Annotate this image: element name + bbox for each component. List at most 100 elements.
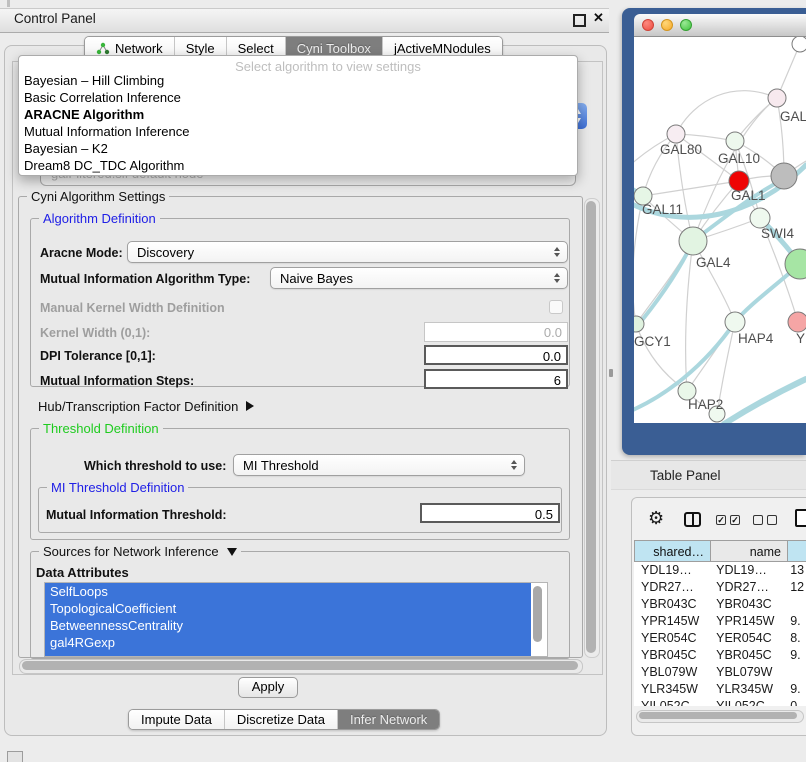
scrollbar-thumb[interactable] xyxy=(586,201,596,653)
tab-select-label: Select xyxy=(238,41,274,56)
node-label: SWI4 xyxy=(761,226,794,241)
list-item[interactable]: BetweennessCentrality xyxy=(45,617,531,634)
menu-item[interactable]: ARACNE Algorithm xyxy=(24,106,144,123)
cell: YER054C xyxy=(634,630,709,647)
aracne-mode-select[interactable]: Discovery xyxy=(127,241,568,263)
network-node[interactable] xyxy=(788,312,806,332)
apply-button[interactable]: Apply xyxy=(238,677,298,698)
control-panel-title: Control Panel xyxy=(14,11,96,26)
cell xyxy=(786,664,806,681)
network-canvas[interactable]: GAL GAL80 GAL10 GAL1 GAL11 SWI4 GAL4 HAP… xyxy=(634,37,806,423)
window-minimize-icon[interactable] xyxy=(661,19,673,31)
column-header-partial[interactable] xyxy=(787,540,806,562)
manual-kernel-label: Manual Kernel Width Definition xyxy=(40,301,225,315)
float-window-icon[interactable] xyxy=(573,14,586,27)
cell: YDR27… xyxy=(709,579,786,596)
scrollbar-thumb[interactable] xyxy=(639,712,797,719)
dpi-tolerance-field[interactable]: 0.0 xyxy=(424,345,568,365)
mi-steps-label: Mutual Information Steps: xyxy=(40,374,194,388)
kernel-width-field[interactable]: 0.0 xyxy=(424,322,568,342)
table-row[interactable]: YER054CYER054C8. xyxy=(634,630,806,647)
tab-impute-data[interactable]: Impute Data xyxy=(129,710,224,729)
cell: YIL052C xyxy=(709,698,786,706)
hub-section-label: Hub/Transcription Factor Definition xyxy=(38,399,238,414)
combo-arrows-icon xyxy=(511,460,517,470)
columns-icon[interactable] xyxy=(684,512,701,527)
network-node[interactable] xyxy=(750,208,770,228)
table-row[interactable]: YBL079WYBL079W xyxy=(634,664,806,681)
settings-vertical-scrollbar[interactable] xyxy=(584,198,600,658)
network-icon xyxy=(96,42,110,55)
hub-section-toggle[interactable]: Hub/Transcription Factor Definition xyxy=(38,399,254,414)
table-row[interactable]: YLR345WYLR345W9. xyxy=(634,681,806,698)
mi-steps-field[interactable]: 6 xyxy=(424,369,568,389)
which-threshold-select[interactable]: MI Threshold xyxy=(233,454,525,476)
network-node[interactable] xyxy=(679,227,707,255)
tab-infer-network[interactable]: Infer Network xyxy=(337,710,439,729)
cell: YPR145W xyxy=(709,613,786,630)
tab-discretize-data[interactable]: Discretize Data xyxy=(224,710,337,729)
node-label: HAP4 xyxy=(738,331,774,346)
menu-item[interactable]: Dream8 DC_TDC Algorithm xyxy=(24,157,184,174)
splitter-handle[interactable] xyxy=(609,369,613,377)
table-panel-titlebar: Table Panel xyxy=(611,460,806,490)
mi-type-value: Naive Bayes xyxy=(280,271,353,286)
table-row[interactable]: YIL052CYIL052C0. xyxy=(634,698,806,706)
table-row[interactable]: YDR27…YDR27…12 xyxy=(634,579,806,596)
list-vertical-scrollbar[interactable] xyxy=(533,586,542,642)
tab-jactivemnodules-label: jActiveMNodules xyxy=(394,41,491,56)
menu-item[interactable]: Basic Correlation Inference xyxy=(24,89,181,106)
window-zoom-icon[interactable] xyxy=(680,19,692,31)
list-item[interactable]: TopologicalCoefficient xyxy=(45,600,531,617)
network-window-titlebar[interactable] xyxy=(634,14,806,37)
mi-type-select[interactable]: Naive Bayes xyxy=(270,267,568,289)
gear-icon[interactable]: ⚙ xyxy=(648,508,664,529)
tab-cyni-toolbox-label: Cyni Toolbox xyxy=(297,41,371,56)
sources-group-toggle[interactable]: Sources for Network Inference xyxy=(39,544,241,559)
node-label: GAL xyxy=(780,109,806,124)
column-header-name[interactable]: name xyxy=(710,540,788,562)
column-header-shared-name[interactable]: shared… xyxy=(634,540,711,562)
settings-horizontal-scrollbar[interactable] xyxy=(19,659,583,674)
menu-item[interactable]: Mutual Information Inference xyxy=(24,123,189,140)
table-row[interactable]: YBR045CYBR045C9. xyxy=(634,647,806,664)
function-icon[interactable] xyxy=(795,509,806,527)
scrollbar-thumb[interactable] xyxy=(22,661,578,670)
table-row[interactable]: YDL19…YDL19…13 xyxy=(634,562,806,579)
tab-impute-data-label: Impute Data xyxy=(141,712,212,727)
cell: YBL079W xyxy=(709,664,786,681)
combo-arrows-icon xyxy=(554,247,560,257)
table-row[interactable]: YBR043CYBR043C xyxy=(634,596,806,613)
deselect-all-icon[interactable] xyxy=(753,515,777,525)
data-attributes-list[interactable]: SelfLoops TopologicalCoefficient Between… xyxy=(44,582,548,657)
network-node[interactable] xyxy=(667,125,685,143)
list-item[interactable]: gal4RGexp xyxy=(45,634,531,651)
menu-item[interactable]: Bayesian – K2 xyxy=(24,140,108,157)
network-node[interactable] xyxy=(771,163,797,189)
algorithm-dropdown-popup: Select algorithm to view settings Bayesi… xyxy=(18,55,578,176)
manual-kernel-checkbox[interactable] xyxy=(549,300,563,314)
mi-type-label: Mutual Information Algorithm Type: xyxy=(40,272,250,286)
collapsed-panel-icon[interactable] xyxy=(7,751,23,762)
mi-threshold-field[interactable]: 0.5 xyxy=(420,503,560,523)
unchecked-box-glyph xyxy=(753,515,763,525)
network-node[interactable] xyxy=(792,37,806,52)
window-close-icon[interactable] xyxy=(642,19,654,31)
select-all-icon[interactable]: ✓ ✓ xyxy=(716,515,740,525)
mi-threshold-label: Mutual Information Threshold: xyxy=(46,508,227,522)
network-node[interactable] xyxy=(725,312,745,332)
combo-arrows-icon xyxy=(554,273,560,283)
tab-discretize-data-label: Discretize Data xyxy=(237,712,325,727)
close-icon[interactable]: ✕ xyxy=(593,10,604,26)
aracne-mode-label: Aracne Mode: xyxy=(40,246,123,260)
network-node[interactable] xyxy=(768,89,786,107)
table-row[interactable]: YPR145WYPR145W9. xyxy=(634,613,806,630)
list-item-partial xyxy=(45,651,531,657)
list-item[interactable]: SelfLoops xyxy=(45,583,531,600)
unchecked-box-glyph xyxy=(767,515,777,525)
network-node[interactable] xyxy=(726,132,744,150)
which-threshold-label: Which threshold to use: xyxy=(84,459,226,473)
table-horizontal-scrollbar[interactable] xyxy=(636,710,804,723)
cell: YBR045C xyxy=(634,647,709,664)
menu-item[interactable]: Bayesian – Hill Climbing xyxy=(24,72,164,89)
